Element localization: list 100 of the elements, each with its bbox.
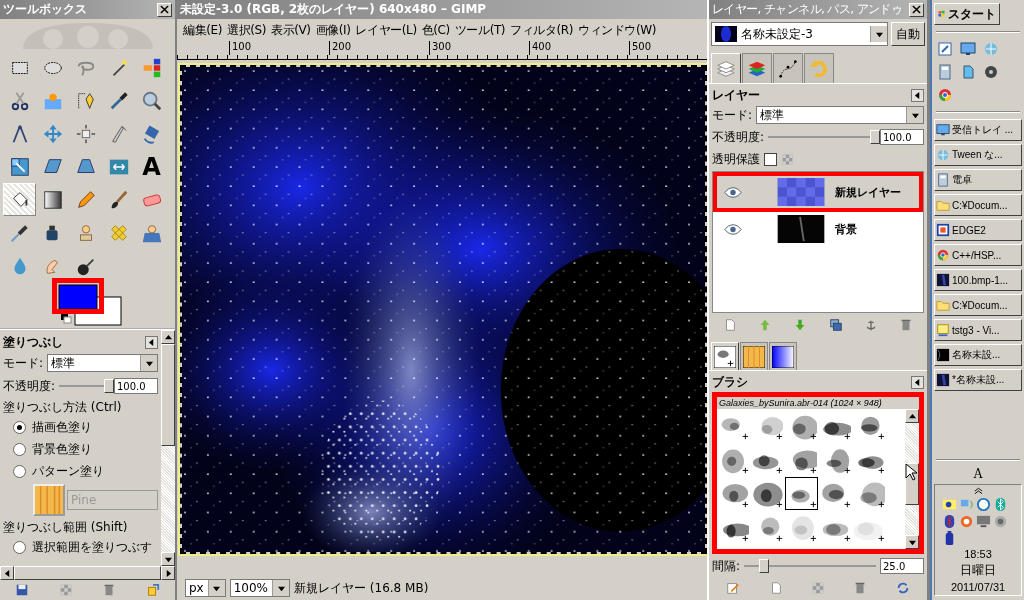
refresh-icon[interactable] [895,581,910,595]
panel-menu-button[interactable] [145,335,158,349]
visibility-toggle[interactable] [721,186,745,198]
scroll-button[interactable] [161,330,175,344]
close-button[interactable] [909,2,924,17]
save-icon[interactable] [14,583,29,597]
menu-item[interactable]: フィルタ(R) [510,21,574,39]
field-label: 間隔: [712,557,741,575]
taskbar-button[interactable]: 名称未設... [934,344,1022,366]
layer-row[interactable]: 背景 [713,212,923,246]
checker-icon[interactable] [810,581,825,595]
taskbar-button[interactable]: 受信トレイ ... [934,119,1022,141]
menu-item[interactable]: レイヤー(L) [355,21,417,39]
unit-dropdown[interactable]: px [185,579,226,597]
zoom-dropdown[interactable]: 100% [229,579,291,597]
pattern-swatch[interactable] [33,484,65,516]
radio-button[interactable] [13,541,26,554]
gradient-icon [772,345,794,368]
scrollbar[interactable] [0,566,175,580]
zoom-icon [140,89,163,112]
taskbar-button[interactable]: C:¥Docum... [934,194,1022,216]
panel-title: ブラシ [712,373,748,391]
slider-thumb[interactable] [870,130,880,144]
browser-icon[interactable] [937,87,953,103]
tool-button[interactable]: A [135,150,168,183]
visibility-toggle[interactable] [721,223,745,235]
bluetooth-icon[interactable] [942,514,957,529]
radio-option[interactable]: 選択範囲を塗りつぶす [13,538,158,557]
scrollbar[interactable] [905,409,919,549]
caret-icon [875,30,883,38]
menu-item[interactable]: ウィンドウ(W) [578,21,657,39]
taskbar-button[interactable]: C:¥Docum... [934,294,1022,316]
panel-menu-button[interactable] [911,375,924,389]
bluetooth-icon[interactable] [993,497,1008,512]
checker-icon[interactable] [58,583,73,597]
radio-button[interactable] [13,443,26,456]
script-icon [936,323,950,337]
spacing-field[interactable]: 25.0 [880,558,924,574]
taskbar-button[interactable]: 100.bmp-1... [934,269,1022,291]
taskbar-button[interactable]: Tween な... [934,144,1022,166]
slider-thumb[interactable] [759,559,770,573]
align-icon [74,122,97,145]
edit-icon[interactable] [726,581,741,595]
ruler-label: 400 [529,41,629,55]
slider-thumb[interactable] [104,379,114,393]
scroll-button[interactable] [905,409,919,423]
panel-title: レイヤー [712,86,760,104]
duplicate-icon[interactable] [828,318,843,332]
taskbar-button[interactable]: C++/HSP... [934,244,1022,266]
image-dropdown[interactable]: 名称未設定-3 [711,22,888,46]
radio-button[interactable] [13,421,26,434]
radio-option[interactable]: パターン塗り [13,462,158,481]
auto-button[interactable]: 自動 [891,22,925,46]
radio-option[interactable]: 背景色塗り [13,440,158,459]
dock-tab[interactable] [769,342,797,370]
radio-button[interactable] [13,465,26,478]
scrollbar[interactable] [161,330,175,566]
menu-item[interactable]: 表示(V) [270,21,311,39]
start-button[interactable]: スタート [934,3,1000,25]
mode-dropdown[interactable]: 標準 [47,354,158,372]
taskbar-button[interactable]: tstg3 - Vi... [934,319,1022,341]
scroll-button[interactable] [905,535,919,549]
menu-item[interactable]: ツール(T) [454,21,506,39]
taskbar-button[interactable]: *名称未設... [934,369,1022,391]
document-icon[interactable] [960,64,976,80]
scroll-button[interactable] [161,566,175,580]
brush-thumbnail[interactable] [785,477,818,510]
menu-item[interactable]: 画像(I) [315,21,351,39]
scroll-button[interactable] [0,566,14,580]
globe-icon [936,148,950,162]
menu-item[interactable]: 編集(E) [183,21,222,39]
calculator-icon[interactable] [937,64,953,80]
clock-time: 18:53 [964,548,992,560]
ring-icon[interactable] [959,514,974,529]
opacity-field[interactable]: 100.0 [880,129,924,145]
disc-icon[interactable] [983,64,999,80]
field-label: 不透明度: [3,377,56,395]
panel-menu-button[interactable] [911,88,924,102]
radio-option[interactable]: 描画色塗り [13,418,158,437]
taskbar-button[interactable]: 電卓 [934,169,1022,191]
speaker-icon[interactable] [993,514,1008,529]
menu-item[interactable]: 色(C) [421,21,450,39]
scroll-button[interactable] [161,552,175,566]
note-icon[interactable] [937,41,953,57]
move-icon [41,122,64,145]
opacity-field[interactable]: 100.0 [114,378,158,394]
checkbox[interactable] [764,152,777,166]
caret-icon [911,111,919,119]
browser-icon [936,248,950,262]
layer-name: 背景 [835,221,857,237]
chevron-icon[interactable] [973,487,983,495]
taskbar-button[interactable]: EDGE2 [934,219,1022,241]
display-icon[interactable] [976,514,991,529]
menu-item[interactable]: 選択(S) [226,21,266,39]
close-button[interactable] [157,2,172,17]
mode-dropdown[interactable]: 標準 [756,106,924,124]
language-indicator[interactable]: A [934,467,1022,481]
monitor-icon[interactable] [960,41,976,57]
layer-row[interactable]: 新規レイヤー [713,172,923,212]
color-swatches-drawing[interactable] [58,284,122,326]
